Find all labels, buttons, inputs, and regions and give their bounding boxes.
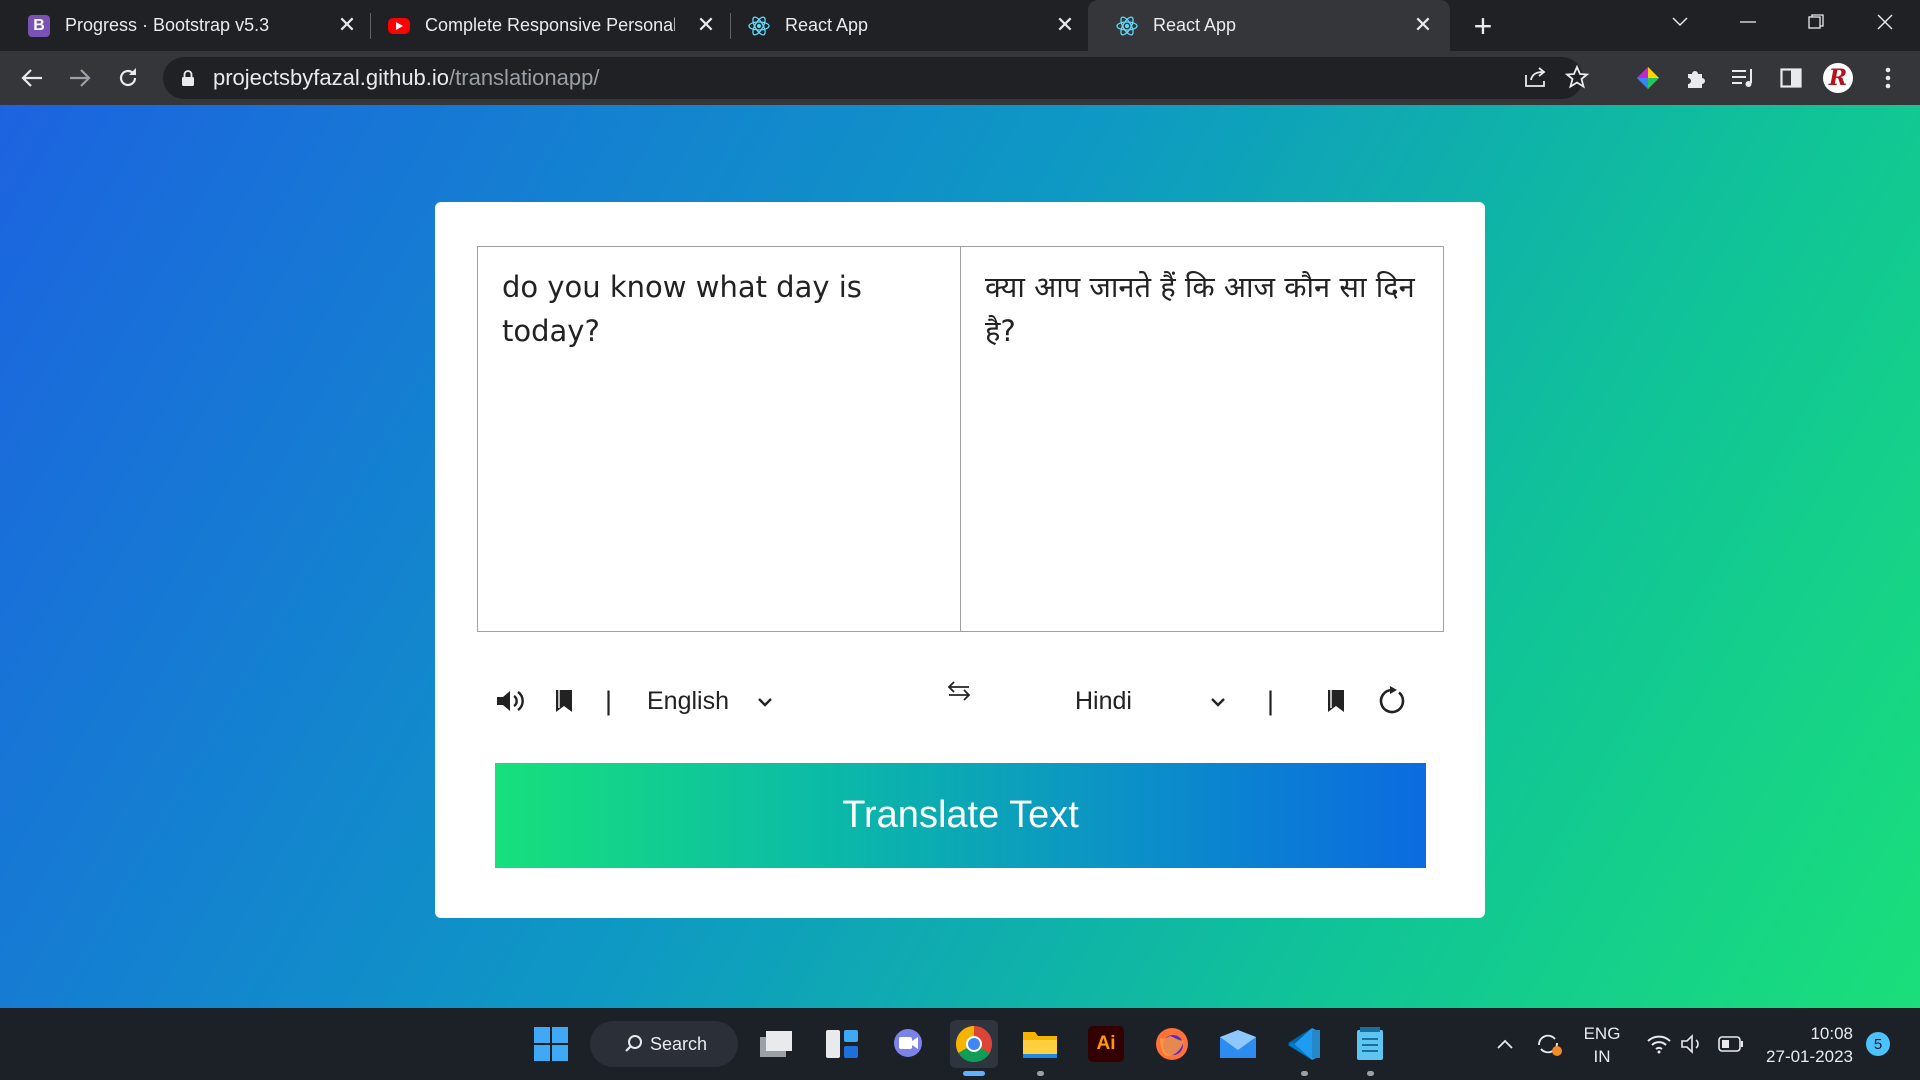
file-explorer-icon[interactable] (1016, 1020, 1064, 1068)
share-icon[interactable] (1523, 66, 1547, 93)
search-label: Search (650, 1033, 708, 1054)
to-language-select[interactable]: Hindi (1057, 682, 1237, 720)
chevron-up-icon[interactable] (1490, 1020, 1520, 1068)
illustrator-icon[interactable]: Ai (1082, 1020, 1130, 1068)
windows-start-icon[interactable] (527, 1020, 575, 1068)
speaker-icon[interactable] (493, 682, 529, 720)
windows-taskbar: Search Ai ENG IN 10:08 27-01-2023 5 (0, 1008, 1920, 1080)
bootstrap-icon: B (28, 14, 50, 37)
time: 10:08 (1810, 1024, 1853, 1043)
lock-icon[interactable] (181, 69, 195, 87)
search-icon (624, 1034, 644, 1059)
close-icon[interactable]: ✕ (694, 12, 718, 37)
separator: | (605, 685, 613, 716)
translate-button[interactable]: Translate Text (495, 763, 1426, 868)
new-tab-button[interactable]: + (1465, 8, 1501, 44)
running-indicator (1301, 1071, 1308, 1076)
notepad-icon[interactable] (1346, 1020, 1394, 1068)
tab-title: Progress · Bootstrap v5.3 (65, 15, 270, 35)
tab-title: React App (785, 15, 869, 35)
back-arrow-icon[interactable] (16, 62, 48, 94)
notification-badge[interactable]: 5 (1866, 1032, 1890, 1056)
address-bar[interactable]: projectsbyfazal.github.io/translationapp… (163, 57, 1590, 99)
tab-react-app[interactable]: React App ✕ (720, 0, 1082, 51)
to-text-output[interactable]: क्या आप जानते हैं कि आज कौन सा दिन है? (960, 246, 1444, 632)
close-icon[interactable]: ✕ (1053, 12, 1077, 37)
media-control-icon[interactable] (1727, 62, 1759, 94)
task-view-icon[interactable] (752, 1020, 800, 1068)
taskbar-search[interactable]: Search (590, 1021, 738, 1067)
teams-chat-icon[interactable] (884, 1020, 932, 1068)
widgets-icon[interactable] (818, 1020, 866, 1068)
profile-avatar[interactable]: R (1822, 62, 1854, 94)
running-indicator (1367, 1071, 1374, 1076)
translator-card: do you know what day is today? क्या आप ज… (435, 202, 1485, 918)
date: 27-01-2023 (1766, 1047, 1853, 1066)
mail-icon[interactable] (1214, 1020, 1262, 1068)
from-text-input[interactable]: do you know what day is today? (477, 246, 961, 632)
copy-bookmark-icon[interactable] (1321, 682, 1351, 720)
input-language[interactable]: ENG IN (1580, 1022, 1624, 1068)
browser-toolbar: projectsbyfazal.github.io/translationapp… (0, 51, 1920, 105)
separator: | (1267, 685, 1275, 716)
chevron-down-icon (1210, 694, 1226, 712)
from-language-label: English (647, 686, 729, 715)
reload-icon[interactable] (112, 62, 144, 94)
from-language-select[interactable]: English (627, 682, 797, 720)
copy-bookmark-icon[interactable] (549, 682, 579, 720)
menu-kebab-icon[interactable] (1872, 62, 1904, 94)
extensions-puzzle-icon[interactable] (1680, 62, 1712, 94)
running-indicator (963, 1071, 985, 1076)
controls-row: | English Hindi | (477, 672, 1443, 732)
chevron-down-icon (757, 694, 773, 712)
refresh-icon[interactable] (1373, 682, 1411, 720)
wifi-icon[interactable] (1644, 1020, 1674, 1068)
tab-strip: B Progress · Bootstrap v5.3 ✕ Complete R… (0, 0, 1920, 51)
firefox-icon[interactable] (1148, 1020, 1196, 1068)
color-extension-icon[interactable] (1632, 62, 1664, 94)
tab-youtube[interactable]: Complete Responsive Personal Po ✕ (360, 0, 722, 51)
sync-status-icon[interactable] (1532, 1020, 1566, 1068)
swap-languages-icon[interactable] (941, 674, 977, 708)
chrome-icon[interactable] (950, 1020, 998, 1068)
tab-react-app-active[interactable]: React App ✕ (1088, 0, 1450, 51)
youtube-icon (388, 15, 410, 37)
battery-icon[interactable] (1716, 1020, 1746, 1068)
page-background: do you know what day is today? क्या आप ज… (0, 105, 1920, 1008)
tab-title: React App (1153, 15, 1237, 35)
forward-arrow-icon[interactable] (64, 62, 96, 94)
clock[interactable]: 10:08 27-01-2023 (1757, 1022, 1853, 1068)
vscode-icon[interactable] (1280, 1020, 1328, 1068)
url-host: projectsbyfazal.github.io (213, 65, 450, 90)
tab-title: Complete Responsive Personal Po (425, 15, 675, 35)
react-icon (748, 15, 770, 37)
url-path: /translationapp/ (449, 65, 600, 90)
volume-icon[interactable] (1678, 1020, 1708, 1068)
close-icon[interactable]: ✕ (1411, 12, 1435, 37)
minimize-button[interactable] (1718, 0, 1778, 44)
to-language-label: Hindi (1075, 686, 1132, 715)
restore-button[interactable] (1786, 0, 1846, 44)
close-icon[interactable]: ✕ (335, 12, 359, 37)
close-window-button[interactable] (1855, 0, 1915, 44)
tab-search-icon[interactable] (1650, 0, 1710, 44)
side-panel-icon[interactable] (1775, 62, 1807, 94)
react-icon (1116, 15, 1138, 37)
tab-bootstrap[interactable]: B Progress · Bootstrap v5.3 ✕ (0, 0, 360, 51)
running-indicator (1037, 1071, 1044, 1076)
bookmark-star-icon[interactable] (1564, 64, 1590, 94)
